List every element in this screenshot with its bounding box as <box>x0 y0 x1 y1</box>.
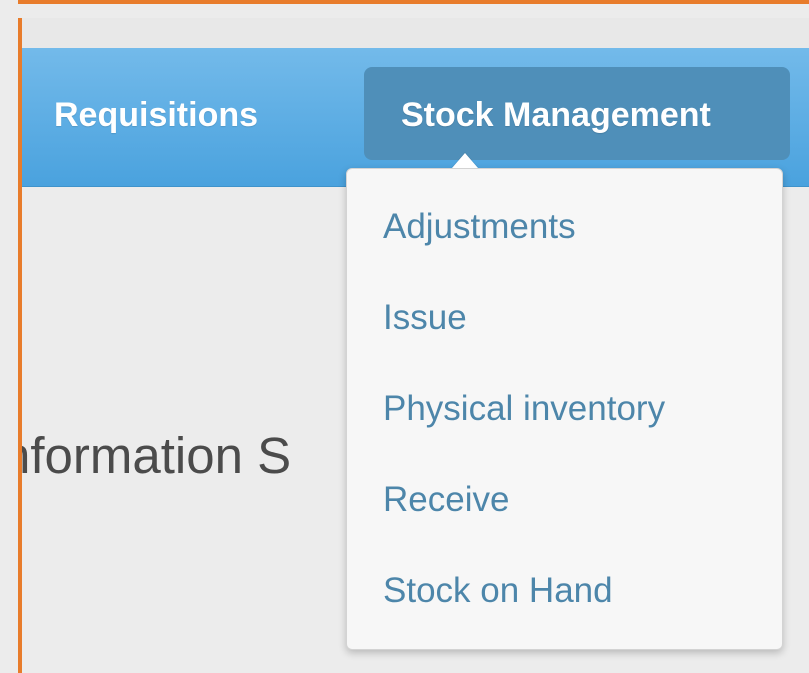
stock-management-dropdown: Adjustments Issue Physical inventory Rec… <box>346 168 783 650</box>
application-page: Requisitions Stock Management nformation… <box>18 0 809 673</box>
screen: { "navigation": { "items": [ { "label": … <box>0 0 809 673</box>
dropdown-item-stock-on-hand[interactable]: Stock on Hand <box>383 573 613 609</box>
dropdown-item-physical-inventory[interactable]: Physical inventory <box>383 391 665 427</box>
caret-up-icon <box>452 153 478 168</box>
nav-item-stock-management[interactable]: Stock Management <box>364 67 790 160</box>
dropdown-item-adjustments[interactable]: Adjustments <box>383 209 576 245</box>
dropdown-item-issue[interactable]: Issue <box>383 300 467 336</box>
page-heading-partial: nformation S <box>18 427 292 484</box>
main-navigation-bar: Requisitions Stock Management <box>22 48 809 187</box>
dropdown-item-receive[interactable]: Receive <box>383 482 509 518</box>
highlight-frame-top <box>0 0 809 18</box>
nav-item-requisitions[interactable]: Requisitions <box>54 98 258 132</box>
highlight-frame-left-margin <box>0 0 18 673</box>
